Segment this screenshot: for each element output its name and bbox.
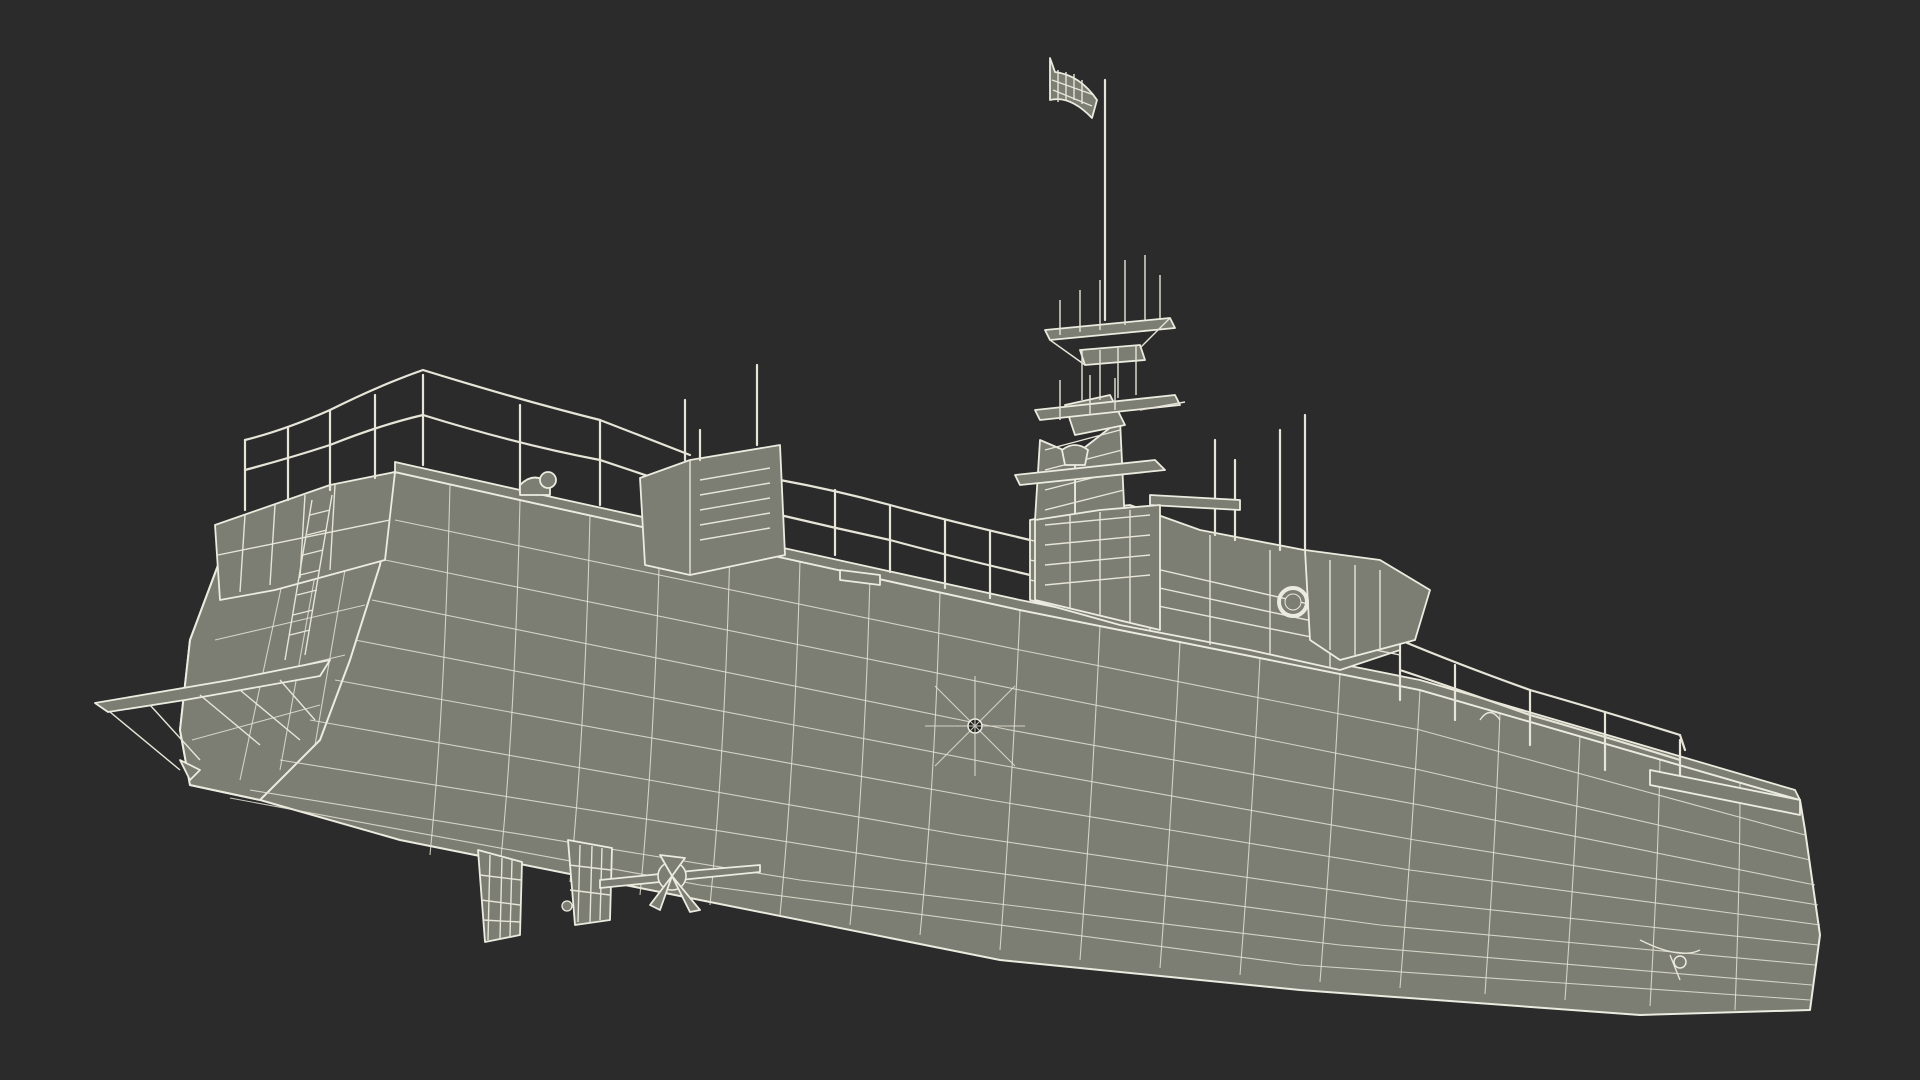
hull — [179, 471, 1821, 1016]
hull-side — [179, 471, 1821, 1016]
aft-stack — [639, 363, 786, 576]
viewport[interactable] — [0, 0, 1920, 1080]
ship-wireframe-render — [94, 57, 1821, 1016]
main-mast — [1014, 57, 1186, 531]
